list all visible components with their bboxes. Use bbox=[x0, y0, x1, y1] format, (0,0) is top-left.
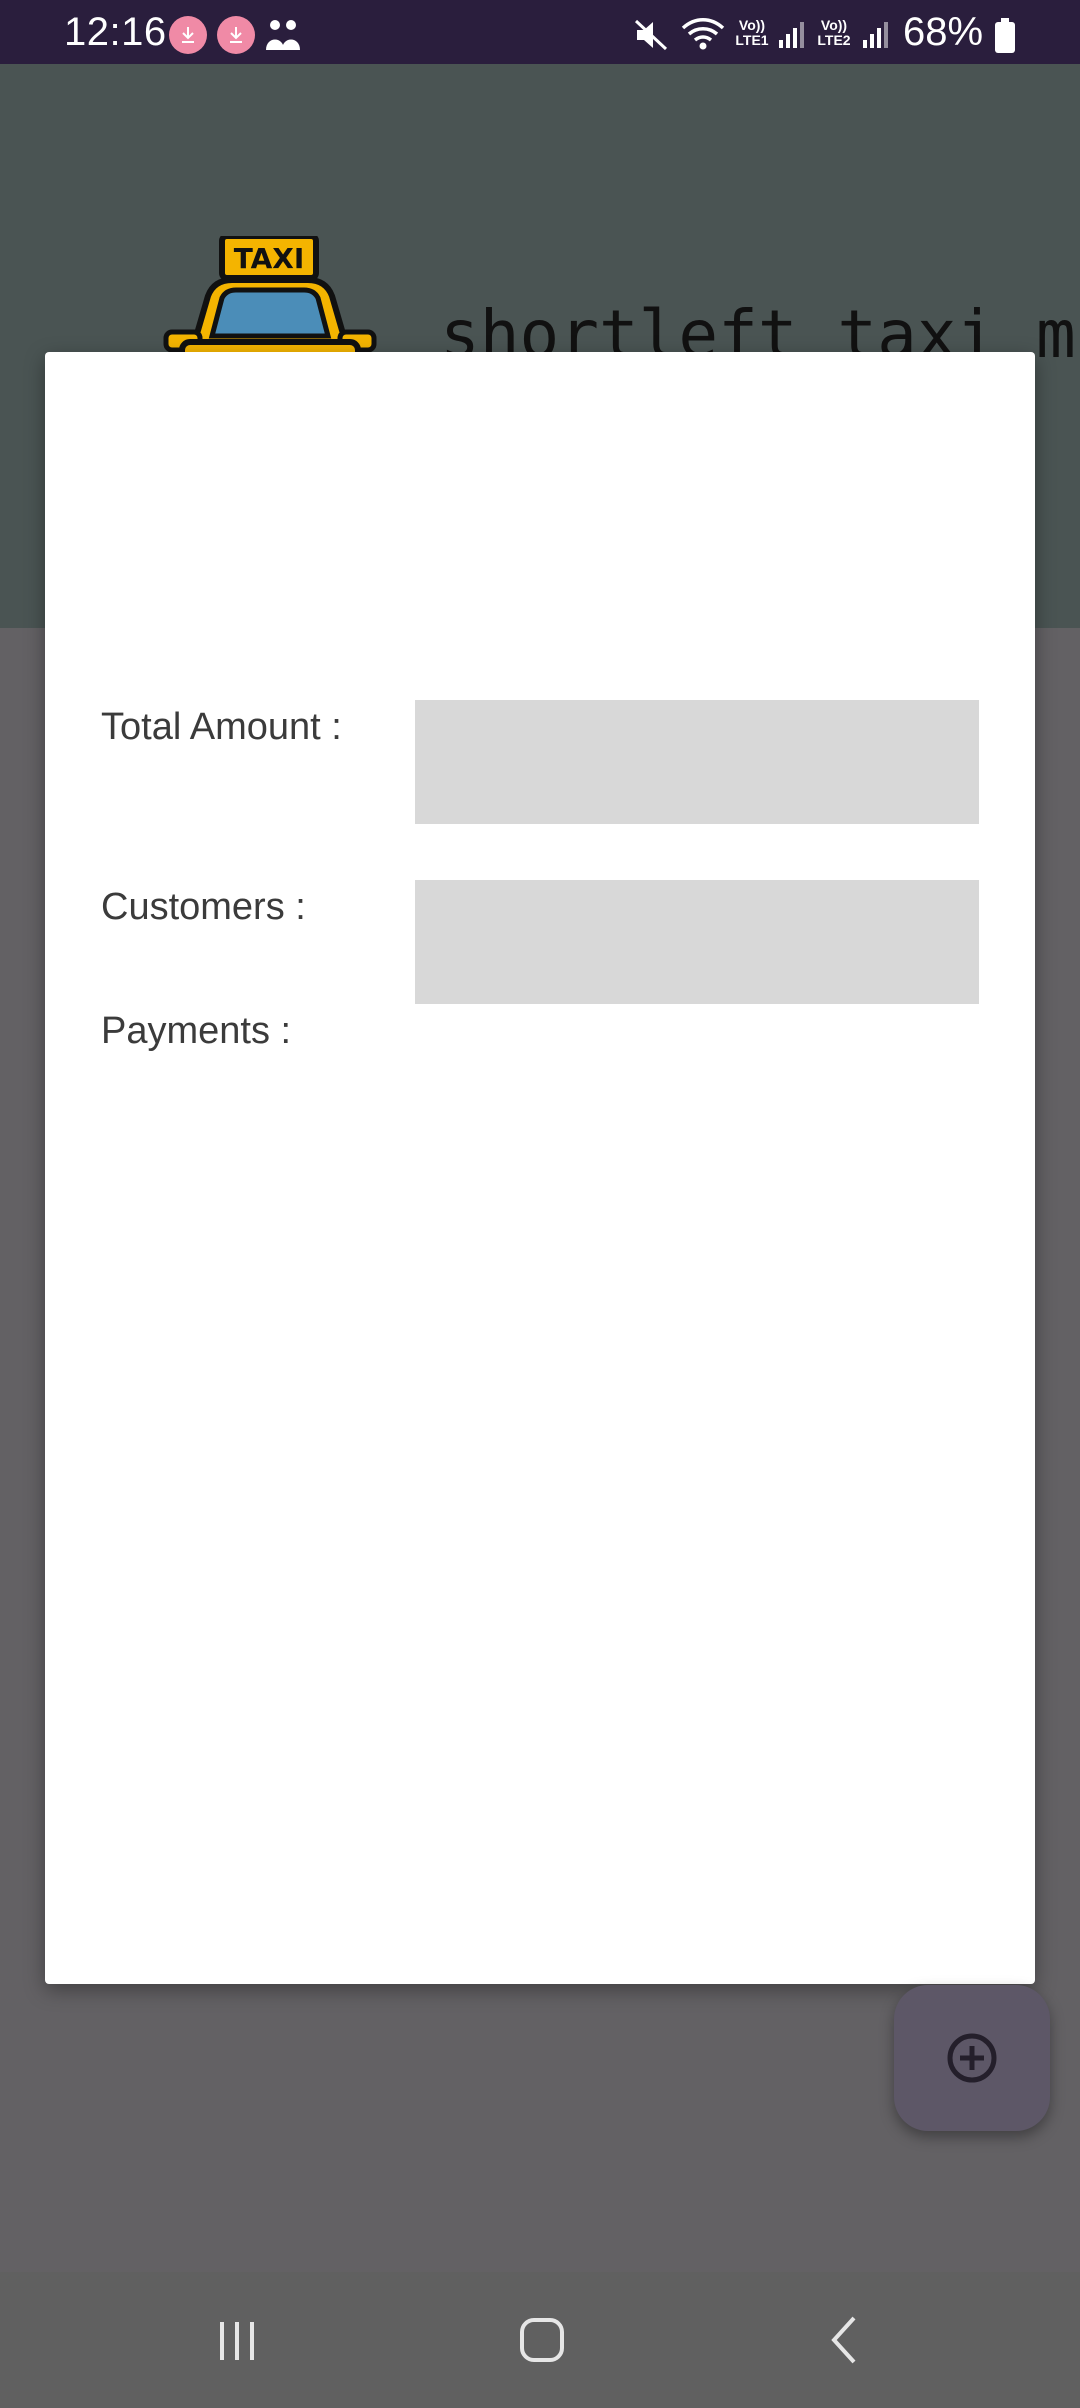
lte1-label: Vo)) LTE1 bbox=[735, 17, 769, 48]
battery-icon bbox=[995, 18, 1015, 53]
download-notification-icon bbox=[217, 16, 255, 54]
total-amount-input[interactable] bbox=[415, 700, 979, 824]
add-circle-icon bbox=[947, 2033, 997, 2083]
payment-dialog: Total Amount : Customers : Payments : bbox=[45, 352, 1035, 1984]
wifi-icon bbox=[681, 18, 725, 50]
mute-icon bbox=[634, 19, 668, 51]
add-button[interactable] bbox=[894, 1985, 1050, 2131]
customers-input[interactable] bbox=[415, 880, 979, 1004]
home-icon[interactable] bbox=[517, 2314, 567, 2366]
download-notification-icon bbox=[169, 16, 207, 54]
family-icon bbox=[266, 20, 300, 50]
back-icon[interactable] bbox=[820, 2314, 870, 2366]
battery-percent: 68% bbox=[903, 10, 984, 54]
signal-icon bbox=[779, 22, 804, 48]
signal-icon bbox=[863, 22, 888, 48]
svg-text:TAXI: TAXI bbox=[234, 242, 305, 275]
customers-label: Customers : bbox=[101, 886, 306, 928]
navigation-bar bbox=[0, 2272, 1080, 2408]
recent-apps-icon[interactable] bbox=[212, 2316, 262, 2366]
payments-label: Payments : bbox=[101, 1010, 292, 1052]
clock: 12:16 bbox=[64, 10, 167, 54]
status-bar: 12:16 Vo)) LTE1 Vo)) LTE2 68% bbox=[0, 0, 1080, 64]
total-amount-label: Total Amount : bbox=[101, 706, 342, 748]
lte2-label: Vo)) LTE2 bbox=[817, 17, 851, 48]
